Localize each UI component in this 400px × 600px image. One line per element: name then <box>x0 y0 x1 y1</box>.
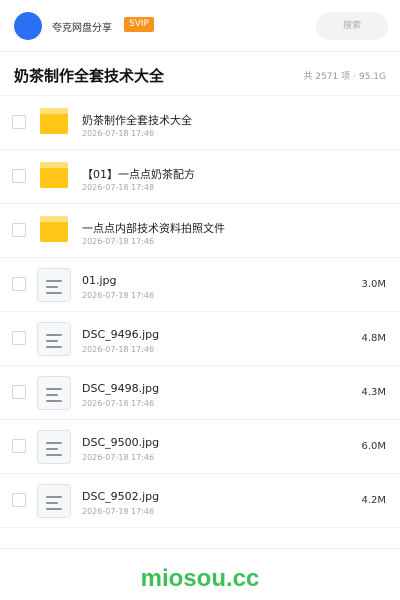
file-date: 2026-07-18 17:46 <box>82 345 155 354</box>
folder-icon <box>40 216 68 242</box>
file-size: 4.3M <box>361 387 386 398</box>
site-watermark: miosou.cc <box>140 565 260 592</box>
share-header: 夸克网盘分享 SVIP 搜索 <box>0 0 400 52</box>
file-name: DSC_9496.jpg <box>82 328 160 341</box>
folder-icon <box>40 108 68 134</box>
file-name: 一点点内部技术资料拍照文件 <box>82 222 225 235</box>
search-input[interactable]: 搜索 <box>316 12 388 40</box>
folder-summary: 共 2571 项 · 95.1G <box>303 69 386 82</box>
svip-badge: SVIP <box>124 17 154 32</box>
row-checkbox[interactable] <box>12 385 26 399</box>
file-date: 2026-07-18 17:46 <box>82 291 155 300</box>
row-checkbox[interactable] <box>12 223 26 237</box>
row-checkbox[interactable] <box>12 331 26 345</box>
file-size: 4.2M <box>361 495 386 506</box>
file-size: 3.0M <box>361 279 386 290</box>
file-row[interactable]: 01.jpg 2026-07-18 17:46 3.0M <box>0 258 400 312</box>
file-row[interactable]: DSC_9498.jpg 2026-07-18 17:46 4.3M <box>0 366 400 420</box>
file-size: 4.8M <box>361 333 386 344</box>
file-name: 01.jpg <box>82 274 117 287</box>
file-name: DSC_9500.jpg <box>82 436 160 449</box>
file-name: 【01】一点点奶茶配方 <box>82 168 195 181</box>
summary-separator: · <box>353 72 356 82</box>
total-size: 95.1G <box>358 72 386 82</box>
file-date: 2026-07-18 17:46 <box>82 453 155 462</box>
file-name: DSC_9498.jpg <box>82 382 160 395</box>
file-row[interactable]: DSC_9496.jpg 2026-07-18 17:46 4.8M <box>0 312 400 366</box>
file-size: 6.0M <box>361 441 386 452</box>
document-icon <box>37 376 71 410</box>
row-checkbox[interactable] <box>12 277 26 291</box>
file-name: DSC_9502.jpg <box>82 490 160 503</box>
file-date: 2026-07-18 17:46 <box>82 507 155 516</box>
file-date: 2026-07-18 17:46 <box>82 129 155 138</box>
item-count: 共 2571 项 <box>303 72 351 82</box>
file-date: 2026-07-18 17:46 <box>82 237 155 246</box>
file-row[interactable]: 奶茶制作全套技术大全 2026-07-18 17:46 <box>0 96 400 150</box>
file-name: 奶茶制作全套技术大全 <box>82 114 192 127</box>
share-owner-name: 夸克网盘分享 <box>52 23 112 34</box>
file-row[interactable]: 一点点内部技术资料拍照文件 2026-07-18 17:46 <box>0 204 400 258</box>
document-icon <box>37 268 71 302</box>
file-date: 2026-07-18 17:46 <box>82 399 155 408</box>
page-title: 奶茶制作全套技术大全 <box>14 67 165 85</box>
row-checkbox[interactable] <box>12 439 26 453</box>
row-checkbox[interactable] <box>12 169 26 183</box>
folder-icon <box>40 162 68 188</box>
folder-title-row: 奶茶制作全套技术大全 共 2571 项 · 95.1G <box>0 52 400 96</box>
row-checkbox[interactable] <box>12 493 26 507</box>
row-checkbox[interactable] <box>12 115 26 129</box>
file-row[interactable]: 【01】一点点奶茶配方 2026-07-18 17:48 <box>0 150 400 204</box>
file-date: 2026-07-18 17:48 <box>82 183 155 192</box>
document-icon <box>37 484 71 518</box>
file-row[interactable]: DSC_9502.jpg 2026-07-18 17:46 4.2M <box>0 474 400 528</box>
document-icon <box>37 322 71 356</box>
avatar[interactable] <box>14 12 42 40</box>
file-list: 奶茶制作全套技术大全 2026-07-18 17:46 【01】一点点奶茶配方 … <box>0 96 400 528</box>
file-row[interactable]: DSC_9500.jpg 2026-07-18 17:46 6.0M <box>0 420 400 474</box>
document-icon <box>37 430 71 464</box>
footer: miosou.cc <box>0 548 400 600</box>
